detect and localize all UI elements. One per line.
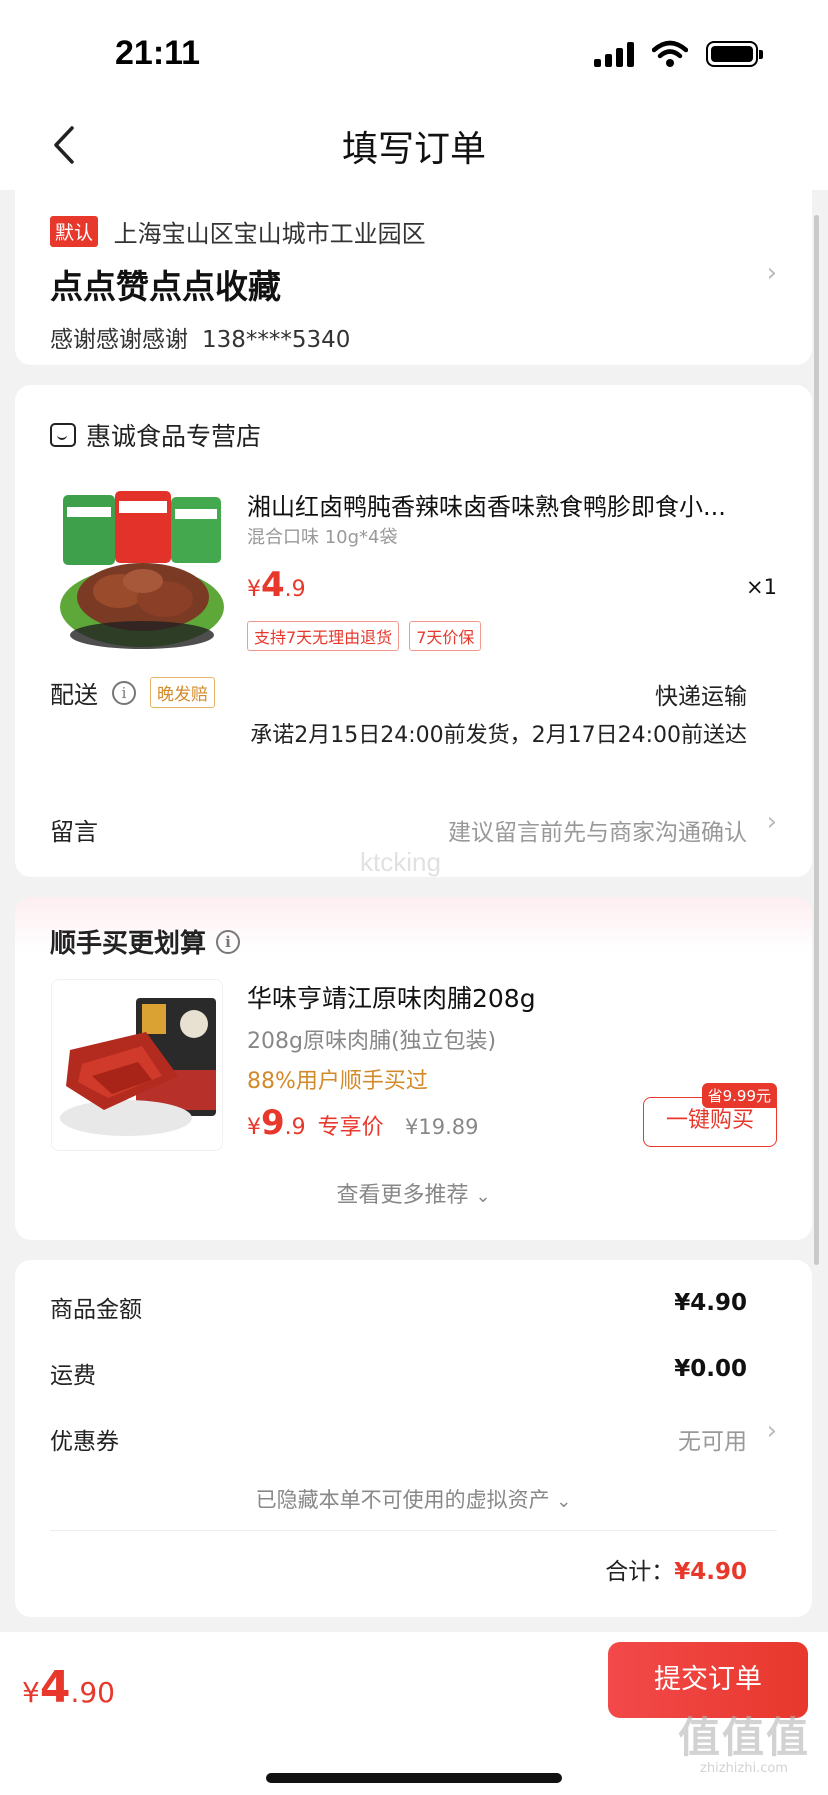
chevron-down-icon: ⌄	[475, 1186, 491, 1207]
product-image[interactable]	[53, 485, 231, 663]
product-service-tags: 支持7天无理由退货 7天价保	[247, 621, 482, 651]
delivery-row: 配送 i 晚发赔	[50, 675, 215, 710]
shop-name: 惠诚食品专营店	[86, 422, 262, 451]
chevron-right-icon: ›	[766, 258, 777, 288]
goods-amount-label: 商品金额	[50, 1297, 142, 1323]
service-tag-price-protect: 7天价保	[409, 621, 482, 651]
recommend-card: 顺手买更划算 i 华味亨靖江原味肉脯208g 208g原味肉脯(独立包装) 88…	[15, 897, 812, 1240]
divider	[50, 1530, 777, 1531]
recipient-phone: 138****5340	[202, 327, 351, 353]
total-label: 合计：	[605, 1559, 675, 1585]
price-currency: ¥	[247, 577, 261, 602]
freight-label: 运费	[50, 1363, 96, 1389]
wifi-icon	[652, 40, 688, 67]
bottom-bar: ¥4.90 提交订单 值值值 zhizhizhi.com	[0, 1632, 828, 1795]
message-input[interactable]: 建议留言前先与商家沟通确认	[448, 813, 747, 847]
brand-watermark: 值值值 zhizhizhi.com	[678, 1704, 810, 1776]
chevron-right-icon: ›	[766, 1416, 777, 1446]
address-detail: 点点赞点点收藏	[50, 267, 281, 306]
watermark: ktcking	[360, 847, 441, 877]
save-amount-badge: 省9.99元	[701, 1083, 777, 1108]
goods-amount-row: 商品金额 ¥4.90	[50, 1290, 747, 1324]
total-value: ¥4.90	[674, 1559, 747, 1585]
info-icon[interactable]: i	[216, 929, 241, 954]
total-row: 合计：¥4.90	[605, 1552, 747, 1586]
product-quantity: ×1	[746, 575, 777, 599]
hidden-assets-label: 已隐藏本单不可使用的虚拟资产	[255, 1488, 550, 1512]
battery-icon	[706, 41, 763, 67]
chevron-right-icon: ›	[766, 807, 777, 837]
bottom-total-price: ¥4.90	[22, 1662, 115, 1713]
address-region-row: 默认 上海宝山区宝山城市工业园区	[50, 214, 426, 249]
cellular-signal-icon	[594, 41, 634, 67]
address-card[interactable]: 默认 上海宝山区宝山城市工业园区 点点赞点点收藏 感谢感谢感谢 138****53…	[15, 190, 812, 365]
shop-row[interactable]: 惠诚食品专营店	[50, 417, 261, 453]
more-recommendations-link[interactable]: 查看更多推荐 ⌄	[15, 1177, 812, 1209]
recommend-title-row: 顺手买更划算 i	[50, 923, 241, 960]
more-recommendations-label: 查看更多推荐	[336, 1183, 469, 1208]
price-currency: ¥	[22, 1676, 40, 1709]
price-decimal: .90	[70, 1676, 115, 1709]
address-contact: 感谢感谢感谢 138****5340	[50, 320, 350, 354]
recipient-name: 感谢感谢感谢	[50, 327, 188, 353]
product-spec: 混合口味 10g*4袋	[247, 527, 398, 548]
recommend-bought-rate: 88%用户顺手买过	[247, 1069, 428, 1094]
product-price: ¥4.9	[247, 565, 306, 605]
info-icon[interactable]: i	[112, 680, 136, 705]
shop-icon	[50, 423, 76, 447]
service-tag-return: 支持7天无理由退货	[247, 621, 400, 651]
price-currency: ¥	[247, 1115, 261, 1140]
coupon-value: 无可用	[678, 1429, 747, 1455]
price-integer: 4	[261, 565, 285, 605]
default-address-badge: 默认	[50, 216, 99, 247]
exclusive-price-label: 专享价	[317, 1115, 384, 1140]
price-integer: 4	[39, 1662, 71, 1713]
recommend-title: 顺手买更划算	[50, 929, 207, 959]
brand-watermark-text: 值值值	[677, 1713, 810, 1762]
price-summary-card: 商品金额 ¥4.90 运费 ¥0.00 优惠券 无可用 › 已隐藏本单不可使用的…	[15, 1260, 812, 1617]
message-label: 留言	[50, 818, 98, 846]
page-title: 填写订单	[341, 129, 486, 170]
chevron-down-icon: ⌄	[556, 1491, 572, 1512]
recommend-product-spec: 208g原味肉脯(独立包装)	[247, 1029, 497, 1054]
order-card: 惠诚食品专营店 湘山红卤鸭肫香辣味卤香味熟食鸭胗即食小... 混合口味 10g*…	[15, 385, 812, 877]
price-decimal: .9	[284, 1115, 306, 1140]
recommend-product-name[interactable]: 华味亨靖江原味肉脯208g	[247, 979, 536, 1015]
goods-amount-value: ¥4.90	[674, 1290, 747, 1316]
recommend-price: ¥9.9 专享价	[247, 1103, 384, 1143]
price-decimal: .9	[284, 577, 306, 602]
coupon-label: 优惠券	[50, 1429, 119, 1455]
nav-bar: 填写订单	[0, 100, 828, 190]
coupon-row[interactable]: 优惠券 无可用	[50, 1422, 747, 1456]
delivery-promise: 承诺2月15日24:00前发货，2月17日24:00前送达	[250, 723, 747, 748]
recommend-original-price: ¥19.89	[405, 1115, 479, 1139]
status-bar: 21:11	[0, 0, 828, 100]
recommend-product-image[interactable]	[51, 979, 223, 1151]
price-integer: 9	[261, 1103, 285, 1143]
hidden-assets-toggle[interactable]: 已隐藏本单不可使用的虚拟资产 ⌄	[15, 1484, 812, 1514]
late-compensation-badge: 晚发赔	[150, 677, 215, 708]
freight-value: ¥0.00	[674, 1356, 747, 1382]
status-time: 21:11	[115, 34, 201, 72]
home-indicator[interactable]	[266, 1773, 562, 1783]
product-title[interactable]: 湘山红卤鸭肫香辣味卤香味熟食鸭胗即食小...	[247, 487, 787, 522]
scrollbar[interactable]	[814, 215, 819, 1265]
delivery-label: 配送	[50, 681, 98, 709]
delivery-type: 快递运输	[655, 684, 747, 710]
freight-row: 运费 ¥0.00	[50, 1356, 747, 1390]
address-region: 上海宝山区宝山城市工业园区	[113, 220, 426, 248]
status-icons	[594, 40, 763, 68]
